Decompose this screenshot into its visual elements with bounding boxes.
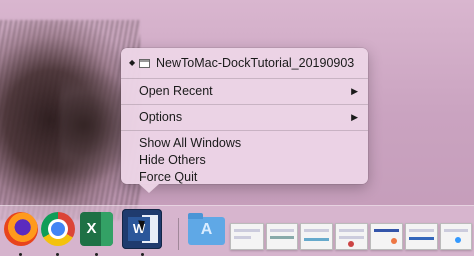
excel-icon[interactable]: X xyxy=(80,212,113,246)
word-icon[interactable]: W xyxy=(122,209,162,249)
menu-item-label: Open Recent xyxy=(139,84,213,98)
applications-glyph: A xyxy=(200,221,213,238)
menu-window-title: NewToMac-DockTutorial_20190903 xyxy=(156,56,355,70)
menu-separator xyxy=(121,78,368,79)
window-icon xyxy=(139,58,150,68)
menu-item-hide-others[interactable]: Hide Others xyxy=(121,152,368,169)
minimized-window-thumbnail[interactable] xyxy=(405,223,438,250)
applications-folder-icon[interactable]: A xyxy=(188,213,225,245)
minimized-window-thumbnail[interactable] xyxy=(230,223,264,250)
dock-context-menu: ◆ NewToMac-DockTutorial_20190903 Open Re… xyxy=(121,48,368,193)
menu-item-label: Hide Others xyxy=(139,153,206,167)
submenu-arrow-icon: ▶ xyxy=(351,112,358,122)
menu-item-label: Options xyxy=(139,110,183,124)
minimized-window-thumbnail[interactable] xyxy=(440,223,472,250)
menu-item-show-all-windows[interactable]: Show All Windows xyxy=(121,135,368,152)
firefox-icon[interactable] xyxy=(4,212,38,246)
menu-separator xyxy=(121,104,368,105)
menu-separator xyxy=(121,130,368,131)
chrome-icon[interactable] xyxy=(41,212,75,246)
menu-item-open-recent[interactable]: Open Recent ▶ xyxy=(121,83,368,100)
menu-item-window[interactable]: ◆ NewToMac-DockTutorial_20190903 xyxy=(121,52,368,74)
current-window-indicator: ◆ xyxy=(129,58,136,67)
menu-item-label: Force Quit xyxy=(139,170,198,184)
minimized-window-thumbnail[interactable] xyxy=(370,223,403,250)
desktop: { "menu": { "window_title": "NewToMac-Do… xyxy=(0,0,474,256)
minimized-window-thumbnail[interactable] xyxy=(335,223,368,250)
minimized-window-thumbnail[interactable] xyxy=(266,223,298,250)
menu-item-options[interactable]: Options ▶ xyxy=(121,109,368,126)
menu-item-force-quit[interactable]: Force Quit xyxy=(121,169,368,186)
submenu-arrow-icon: ▶ xyxy=(351,86,358,96)
menu-item-label: Show All Windows xyxy=(139,136,242,150)
excel-letter: X xyxy=(86,220,97,237)
minimized-window-thumbnail[interactable] xyxy=(300,223,333,250)
dock-divider xyxy=(178,218,179,250)
dock: X W A xyxy=(0,205,474,256)
